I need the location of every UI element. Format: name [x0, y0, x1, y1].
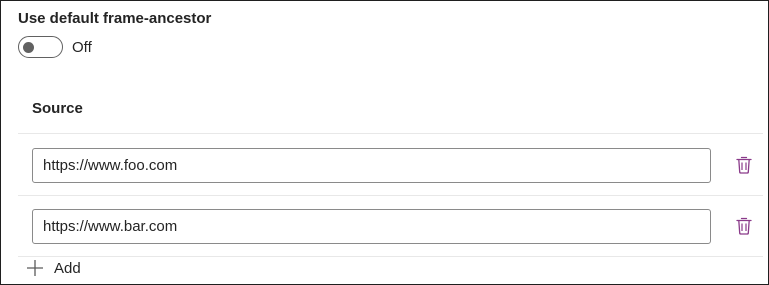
add-label: Add [54, 259, 81, 277]
setting-title: Use default frame-ancestor [18, 10, 212, 27]
trash-icon [736, 156, 752, 174]
plus-icon [27, 260, 43, 276]
toggle-state-label: Off [72, 38, 92, 56]
delete-row-2-button[interactable] [736, 217, 752, 235]
trash-icon [736, 217, 752, 235]
row-divider [18, 256, 763, 257]
source-column-header: Source [32, 100, 83, 117]
add-source-button[interactable]: Add [26, 257, 81, 279]
source-input-2[interactable] [32, 209, 711, 244]
toggle-row: Off [18, 36, 92, 58]
toggle-knob [23, 42, 34, 53]
row-divider [18, 195, 763, 196]
delete-row-1-button[interactable] [736, 156, 752, 174]
settings-panel: Use default frame-ancestor Off Source Ad… [0, 0, 769, 285]
source-input-1[interactable] [32, 148, 711, 183]
header-divider [18, 133, 763, 134]
default-frame-ancestor-toggle[interactable] [18, 36, 63, 58]
